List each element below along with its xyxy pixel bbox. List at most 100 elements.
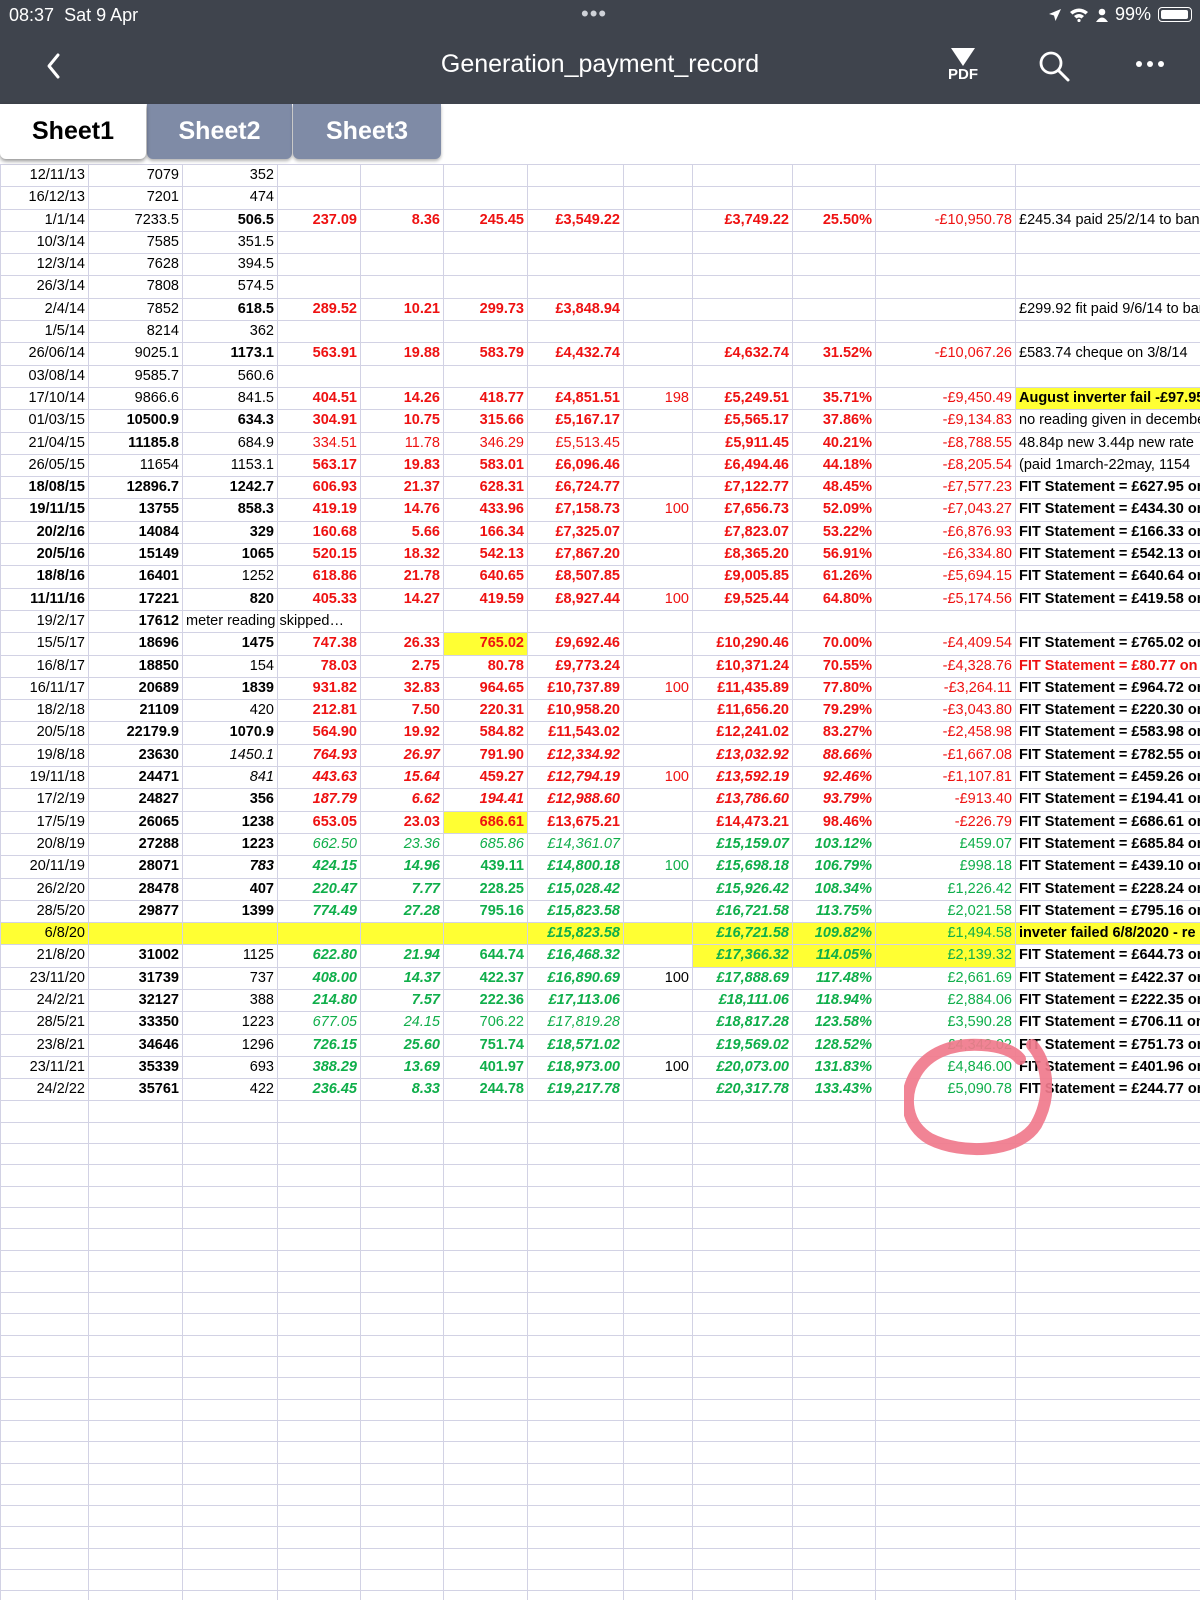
table-cell[interactable] <box>875 1206 1016 1230</box>
table-cell[interactable]: FIT Statement = £222.35 on <box>1015 988 1200 1013</box>
table-cell[interactable]: £5,513.45 <box>527 431 624 455</box>
table-cell[interactable]: 24/2/21 <box>0 988 89 1013</box>
table-cell[interactable]: -£8,788.55 <box>875 431 1016 455</box>
table-cell[interactable] <box>692 275 793 299</box>
table-cell[interactable] <box>182 1590 278 1600</box>
table-cell[interactable] <box>623 364 693 388</box>
table-cell[interactable]: 78.03 <box>277 654 361 678</box>
tab-sheet3[interactable]: Sheet3 <box>293 104 441 159</box>
table-cell[interactable]: 114.05% <box>792 944 876 968</box>
table-cell[interactable] <box>182 1334 278 1358</box>
table-cell[interactable]: 23/11/21 <box>0 1055 89 1080</box>
table-cell[interactable] <box>623 186 693 210</box>
table-cell[interactable]: meter reading skipped… <box>182 609 344 634</box>
table-cell[interactable]: 931.82 <box>277 676 361 701</box>
table-cell[interactable]: -£8,205.54 <box>875 453 1016 478</box>
table-cell[interactable]: FIT Statement = £644.73 on <box>1015 944 1200 968</box>
table-cell[interactable]: -£3,264.11 <box>875 676 1016 701</box>
table-cell[interactable]: 88.66% <box>792 743 876 768</box>
table-cell[interactable]: FIT Statement = £439.10 on <box>1015 855 1200 879</box>
table-cell[interactable] <box>692 1292 793 1315</box>
table-cell[interactable]: FIT Statement = £706.11 on <box>1015 1011 1200 1035</box>
table-cell[interactable] <box>360 1483 444 1507</box>
table-cell[interactable]: no reading given in december <box>1015 409 1200 433</box>
table-cell[interactable]: 25.60 <box>360 1033 444 1057</box>
table-cell[interactable] <box>692 1398 793 1421</box>
table-cell[interactable]: £15,926.42 <box>692 877 793 901</box>
table-cell[interactable] <box>0 1313 89 1336</box>
table-cell[interactable]: 19.83 <box>360 453 444 478</box>
table-cell[interactable] <box>1015 1441 1200 1464</box>
table-cell[interactable]: 764.93 <box>277 743 361 768</box>
table-cell[interactable]: 6/8/20 <box>0 922 89 946</box>
table-cell[interactable] <box>875 1249 1016 1272</box>
table-cell[interactable]: 574.5 <box>182 275 278 299</box>
table-cell[interactable]: 28/5/21 <box>0 1011 89 1035</box>
table-cell[interactable] <box>875 1164 1016 1187</box>
table-cell[interactable] <box>277 253 361 277</box>
table-cell[interactable]: £13,786.60 <box>692 788 793 812</box>
table-cell[interactable] <box>792 1164 876 1187</box>
search-icon[interactable] <box>1038 50 1072 84</box>
table-cell[interactable]: 304.91 <box>277 409 361 433</box>
table-cell[interactable]: -£1,107.81 <box>875 766 1016 790</box>
table-cell[interactable] <box>182 1568 278 1592</box>
table-cell[interactable] <box>623 1078 693 1102</box>
table-cell[interactable]: 422.37 <box>443 966 528 990</box>
table-cell[interactable] <box>623 1377 693 1400</box>
table-cell[interactable]: 32127 <box>88 988 183 1013</box>
table-cell[interactable] <box>360 1547 444 1571</box>
table-cell[interactable] <box>443 1483 528 1507</box>
table-cell[interactable]: 18/8/16 <box>0 565 89 589</box>
table-cell[interactable]: £15,823.58 <box>527 899 624 924</box>
table-cell[interactable] <box>623 1590 693 1600</box>
table-cell[interactable] <box>0 1483 89 1507</box>
table-cell[interactable] <box>692 164 793 188</box>
table-cell[interactable] <box>527 1249 624 1272</box>
table-cell[interactable]: 18.32 <box>360 543 444 567</box>
table-cell[interactable]: 20/5/18 <box>0 721 89 745</box>
table-cell[interactable]: £16,721.58 <box>692 899 793 924</box>
table-cell[interactable]: 7585 <box>88 230 183 255</box>
table-cell[interactable]: £9,773.24 <box>527 654 624 678</box>
table-cell[interactable] <box>692 253 793 277</box>
table-cell[interactable] <box>182 1398 278 1421</box>
table-cell[interactable] <box>277 1313 361 1336</box>
table-cell[interactable]: 17/5/19 <box>0 810 89 834</box>
table-cell[interactable]: inveter failed 6/8/2020 - re <box>1015 922 1200 946</box>
table-cell[interactable] <box>443 1206 528 1230</box>
table-cell[interactable] <box>792 230 876 255</box>
table-cell[interactable]: FIT Statement = £422.37 on <box>1015 966 1200 990</box>
table-cell[interactable]: 33350 <box>88 1011 183 1035</box>
table-cell[interactable]: 27.28 <box>360 899 444 924</box>
table-cell[interactable]: £19,569.02 <box>692 1033 793 1057</box>
table-cell[interactable]: 1475 <box>182 632 278 656</box>
table-cell[interactable] <box>88 1526 183 1549</box>
table-cell[interactable] <box>182 1270 278 1294</box>
table-cell[interactable] <box>1015 1121 1200 1145</box>
table-cell[interactable] <box>277 1398 361 1421</box>
table-cell[interactable] <box>1015 186 1200 210</box>
table-cell[interactable] <box>360 922 444 946</box>
table-cell[interactable] <box>0 1590 89 1600</box>
table-cell[interactable] <box>623 275 693 299</box>
table-cell[interactable]: £13,675.21 <box>527 810 624 834</box>
table-cell[interactable]: FIT Statement = £751.73 on <box>1015 1033 1200 1057</box>
table-cell[interactable] <box>623 1441 693 1464</box>
table-cell[interactable] <box>527 1334 624 1358</box>
table-cell[interactable] <box>0 1505 89 1528</box>
table-cell[interactable]: 7.57 <box>360 988 444 1013</box>
table-cell[interactable] <box>692 1590 793 1600</box>
table-cell[interactable]: 1223 <box>182 1011 278 1035</box>
table-cell[interactable]: 12896.7 <box>88 476 183 500</box>
table-cell[interactable]: 100 <box>623 966 693 990</box>
table-cell[interactable]: £583.74 cheque on 3/8/14 <box>1015 342 1200 366</box>
table-cell[interactable] <box>875 1270 1016 1294</box>
table-cell[interactable] <box>88 1356 183 1379</box>
table-cell[interactable] <box>792 297 876 322</box>
table-cell[interactable] <box>88 1547 183 1571</box>
table-cell[interactable] <box>623 431 693 455</box>
table-cell[interactable] <box>623 1121 693 1145</box>
table-cell[interactable] <box>0 1547 89 1571</box>
table-cell[interactable] <box>692 1185 793 1208</box>
